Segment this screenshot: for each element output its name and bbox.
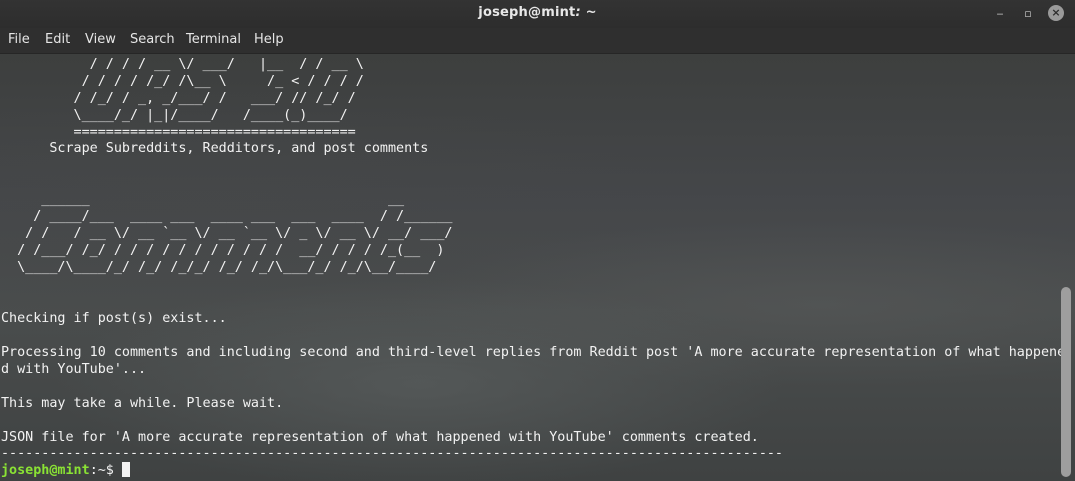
maximize-button[interactable]: ▫ [1019,5,1037,23]
output-line: Processing 10 comments and including sec… [1,345,1066,360]
comments-banner-line: / ____/___ ____ ___ ____ ___ ___ ____ / … [1,209,453,224]
menu-help[interactable]: Help [254,32,284,47]
output-line: d with YouTube'... [1,362,147,377]
comments-banner-line: ______ __ [1,192,405,207]
text-cursor [121,462,130,477]
output-line: Checking if post(s) exist... [1,311,227,326]
comments-banner-line: / / / __ \/ __ `__ \/ __ `__ \/ _ \/ __ … [1,226,453,241]
output-separator: ----------------------------------------… [1,446,783,461]
scrollbar-thumb[interactable] [1061,287,1071,477]
menu-edit[interactable]: Edit [45,32,70,47]
terminal-output-area[interactable]: / / / / __ \/ ___/ |__ / / __ \ / / / / … [0,54,1075,481]
banner-top-line: / / / / /_/ /\__ \ /_ < / / / / [1,74,364,89]
banner-top-line: / / / / __ \/ ___/ |__ / / __ \ [1,57,364,72]
menu-file[interactable]: File [8,32,30,47]
comments-banner-line: / /___/ /_/ / / / / / / / / / / / __/ / … [1,243,445,258]
output-line: This may take a while. Please wait. [1,396,284,411]
prompt-user-host: joseph@mint [1,463,90,478]
menu-view[interactable]: View [85,32,116,47]
banner-subtitle: Scrape Subreddits, Redditors, and post c… [1,141,429,156]
banner-top-line: / /_/ / _, _/___/ / ___/ // /_/ / [1,91,356,106]
close-button[interactable]: × [1048,5,1064,21]
window-title: joseph@mint: ~ [0,5,1075,20]
comments-banner-line: \____/\____/_/ /_/ /_/_/ /_/ /_/\___/_/ … [1,260,437,275]
prompt-path: :~$ [89,463,122,478]
banner-rule: =================================== [1,125,356,140]
menu-bar: File Edit View Search Terminal Help [0,28,1075,54]
terminal-window: joseph@mint: ~ ‒ ▫ × File Edit View Sear… [0,0,1075,481]
window-title-path: : ~ [575,5,597,20]
banner-top-line: \____/_/ |_|/____/ /____(_)____/ [1,108,348,123]
title-bar[interactable]: joseph@mint: ~ ‒ ▫ × [0,0,1075,28]
window-title-user: joseph@mint [478,5,576,20]
shell-prompt[interactable]: joseph@mint:~$ [1,462,130,479]
vertical-scrollbar[interactable] [1059,54,1075,481]
menu-terminal[interactable]: Terminal [186,32,241,47]
minimize-button[interactable]: ‒ [991,5,1009,23]
menu-search[interactable]: Search [130,32,175,47]
output-line: JSON file for 'A more accurate represent… [1,430,759,445]
